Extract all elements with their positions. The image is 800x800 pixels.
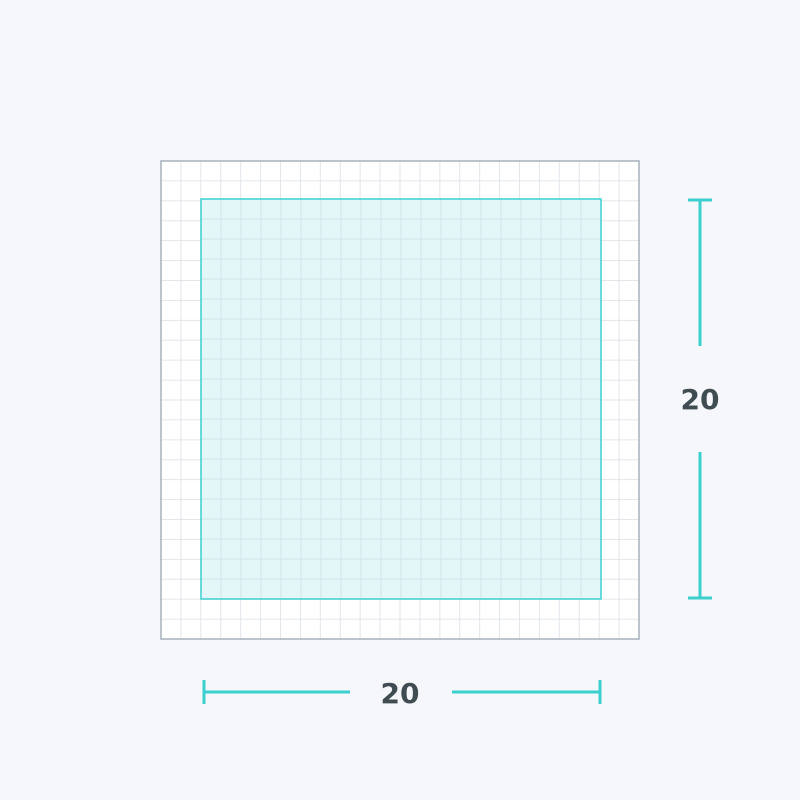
grid-diagram: 20 20 <box>0 0 800 800</box>
height-label: 20 <box>680 383 720 416</box>
width-label: 20 <box>380 677 420 710</box>
highlighted-grid-lines <box>201 199 601 599</box>
